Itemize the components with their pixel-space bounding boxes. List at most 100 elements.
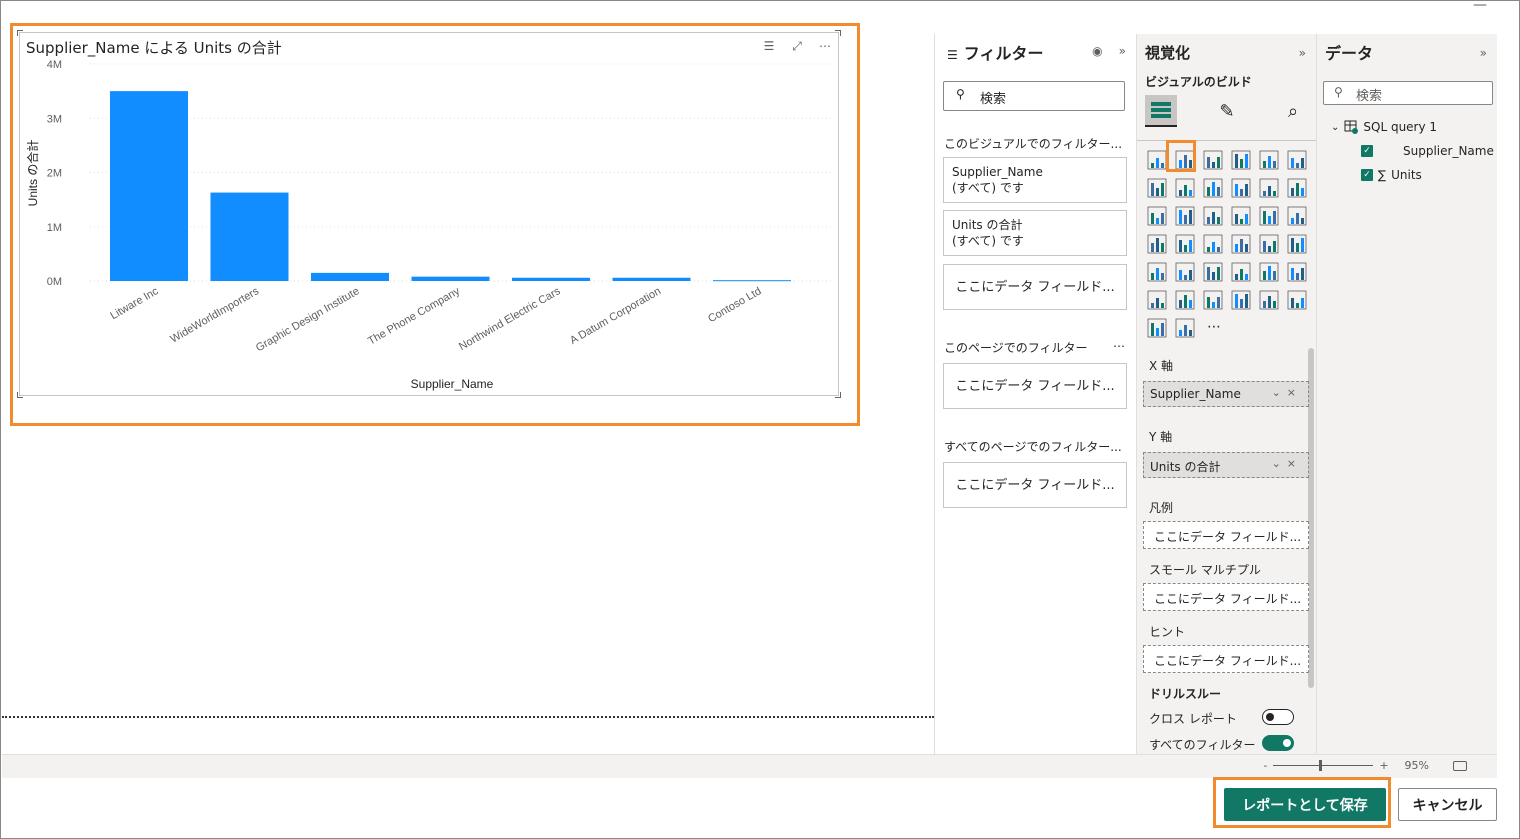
tooltips-drop-well[interactable]: ここにデータ フィールド... bbox=[1143, 645, 1309, 673]
analytics-tab[interactable]: ⌕ bbox=[1277, 95, 1309, 127]
zoom-in-button[interactable]: + bbox=[1379, 759, 1388, 772]
save-as-report-button[interactable]: レポートとして保存 bbox=[1224, 788, 1386, 821]
field-supplier-name[interactable]: ✓ Supplier_Name bbox=[1361, 144, 1494, 158]
power-automate-icon[interactable] bbox=[1175, 318, 1195, 338]
gauge-icon[interactable] bbox=[1259, 234, 1279, 254]
y-tick-label: 1M bbox=[47, 222, 62, 234]
close-icon[interactable]: — bbox=[1473, 0, 1489, 12]
visual-types-gallery[interactable]: ⋯ bbox=[1145, 146, 1315, 346]
card-icon[interactable] bbox=[1287, 234, 1307, 254]
chevron-right-icon[interactable]: » bbox=[1299, 46, 1306, 60]
cancel-button[interactable]: キャンセル bbox=[1398, 788, 1497, 821]
bar[interactable] bbox=[210, 192, 289, 281]
chevron-down-icon[interactable]: ⌄× bbox=[1272, 386, 1302, 399]
line-clustered-chart-icon[interactable] bbox=[1287, 178, 1307, 198]
chevron-down-icon[interactable]: ⌄× bbox=[1272, 457, 1302, 470]
stacked-column-chart-icon[interactable] bbox=[1231, 150, 1251, 170]
fit-to-page-icon[interactable] bbox=[1453, 760, 1467, 771]
100-column-chart-icon[interactable] bbox=[1287, 150, 1307, 170]
donut-chart-icon[interactable] bbox=[1287, 206, 1307, 226]
zoom-out-button[interactable]: - bbox=[1263, 759, 1267, 772]
checkbox-checked-icon[interactable]: ✓ bbox=[1361, 145, 1373, 157]
table-icon[interactable] bbox=[1231, 262, 1251, 282]
x-tick-label: The Phone Company bbox=[366, 285, 462, 348]
multirow-card-icon[interactable] bbox=[1147, 262, 1167, 282]
x-axis-field-pill[interactable]: Supplier_Name ⌄× bbox=[1143, 381, 1309, 407]
resize-handle[interactable] bbox=[17, 30, 23, 36]
power-apps-icon[interactable] bbox=[1147, 318, 1167, 338]
filters-search-input[interactable]: ⚲ 検索 bbox=[943, 81, 1125, 111]
matrix-icon[interactable] bbox=[1259, 262, 1279, 282]
funnel-chart-icon[interactable] bbox=[1203, 206, 1223, 226]
paintbrush-icon: ✎ bbox=[1219, 100, 1235, 122]
x-axis-label: X 軸 bbox=[1149, 359, 1174, 373]
filter-card-units[interactable]: Units の合計 (すべて) です bbox=[943, 210, 1127, 256]
build-tabs: ✎ ⌕ bbox=[1145, 92, 1309, 130]
map-icon[interactable] bbox=[1175, 234, 1195, 254]
checkbox-checked-icon[interactable]: ✓ bbox=[1361, 169, 1373, 181]
data-pane: データ » ⚲ 検索 ⌄ SQL query 1 ✓ Supplier_Name… bbox=[1316, 34, 1497, 754]
line-column-chart-icon[interactable] bbox=[1259, 178, 1279, 198]
scatter-chart-icon[interactable] bbox=[1231, 206, 1251, 226]
chevron-down-icon[interactable]: ⌄ bbox=[1331, 122, 1339, 133]
key-influencers-icon[interactable] bbox=[1147, 290, 1167, 310]
bar[interactable] bbox=[311, 272, 389, 281]
more-icon[interactable]: ⋯ bbox=[1113, 339, 1125, 353]
cross-report-toggle[interactable] bbox=[1262, 709, 1294, 725]
kpi-icon[interactable] bbox=[1175, 262, 1195, 282]
bar[interactable] bbox=[512, 277, 590, 281]
zoom-slider-thumb[interactable] bbox=[1319, 760, 1323, 771]
more-visuals-icon[interactable]: ⋯ bbox=[1207, 319, 1221, 335]
column-chart-visual[interactable]: Supplier_Name による Units の合計 ☰ ⤢ ⋯ 0M 1M 2M… bbox=[17, 30, 841, 398]
waterfall-chart-icon[interactable] bbox=[1147, 206, 1167, 226]
line-chart-icon[interactable] bbox=[1147, 178, 1167, 198]
bar[interactable] bbox=[110, 91, 188, 281]
python-visual-icon[interactable] bbox=[1287, 290, 1307, 310]
treemap-icon[interactable] bbox=[1147, 234, 1167, 254]
qa-icon[interactable] bbox=[1175, 290, 1195, 310]
pie-chart-icon[interactable] bbox=[1259, 206, 1279, 226]
area-chart-icon[interactable] bbox=[1175, 178, 1195, 198]
ribbon-chart-icon[interactable] bbox=[1231, 178, 1251, 198]
x-tick-label: Litware Inc bbox=[108, 285, 160, 322]
data-search-input[interactable]: ⚲ 検索 bbox=[1323, 81, 1493, 105]
filter-drop-page[interactable]: ここにデータ フィールド... bbox=[943, 363, 1127, 409]
x-tick-label: WideWorldImporters bbox=[168, 285, 261, 346]
resize-handle[interactable] bbox=[17, 392, 23, 398]
filled-map-icon[interactable] bbox=[1203, 234, 1223, 254]
clustered-bar-chart-icon[interactable] bbox=[1203, 150, 1223, 170]
resize-handle[interactable] bbox=[835, 30, 841, 36]
stacked-bar-chart-icon[interactable] bbox=[1147, 150, 1167, 170]
legend-drop-well[interactable]: ここにデータ フィールド... bbox=[1143, 521, 1309, 549]
bar[interactable] bbox=[612, 277, 691, 281]
field-units[interactable]: ✓ ∑ Units bbox=[1361, 168, 1422, 182]
small-multiples-drop-well[interactable]: ここにデータ フィールド... bbox=[1143, 583, 1309, 611]
chevron-right-icon[interactable]: » bbox=[1480, 46, 1487, 60]
smart-narrative-icon[interactable] bbox=[1203, 290, 1223, 310]
build-visual-tab[interactable] bbox=[1145, 95, 1177, 127]
paginated-report-icon[interactable] bbox=[1259, 290, 1279, 310]
svg-text:⋯: ⋯ bbox=[1207, 319, 1221, 335]
100-bar-chart-icon[interactable] bbox=[1259, 150, 1279, 170]
table-node[interactable]: ⌄ SQL query 1 bbox=[1331, 120, 1437, 134]
bar[interactable] bbox=[411, 276, 490, 281]
filter-drop-all-pages[interactable]: ここにデータ フィールド... bbox=[943, 462, 1127, 508]
decomposition-tree-icon[interactable] bbox=[1287, 262, 1307, 282]
stacked-area-chart-icon[interactable] bbox=[1203, 178, 1223, 198]
eye-icon[interactable]: ◉ bbox=[1092, 44, 1102, 58]
chevron-right-icon[interactable]: » bbox=[1119, 44, 1126, 58]
filters-visual-section: このビジュアルでのフィルター... bbox=[944, 137, 1123, 151]
filter-drop-visual[interactable]: ここにデータ フィールド... bbox=[943, 264, 1127, 310]
filter-card-supplier[interactable]: Supplier_Name (すべて) です bbox=[943, 157, 1127, 203]
x-tick-label: Graphic Design Institute bbox=[254, 285, 362, 354]
slicer-icon[interactable] bbox=[1203, 262, 1223, 282]
azure-map-icon[interactable] bbox=[1231, 234, 1251, 254]
column-combo-icon[interactable] bbox=[1175, 206, 1195, 226]
zoom-slider[interactable] bbox=[1273, 760, 1374, 771]
resize-handle[interactable] bbox=[835, 392, 841, 398]
y-axis-field-pill[interactable]: Units の合計 ⌄× bbox=[1143, 452, 1309, 478]
bar[interactable] bbox=[713, 280, 791, 282]
goals-icon[interactable] bbox=[1231, 290, 1251, 310]
keep-all-filters-toggle[interactable] bbox=[1262, 735, 1294, 751]
format-visual-tab[interactable]: ✎ bbox=[1211, 95, 1243, 127]
